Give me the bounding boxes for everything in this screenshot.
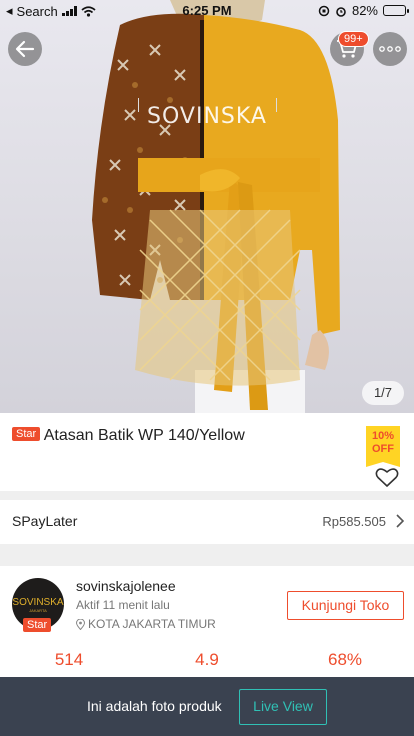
- battery-percent: 82%: [351, 3, 378, 18]
- product-title-section: Star Atasan Batik WP 140/Yellow: [0, 413, 414, 491]
- shop-section: SOVINSKA JAKARTA Star sovinskajolenee Ak…: [0, 566, 414, 678]
- live-view-message: Ini adalah foto produk: [87, 698, 222, 714]
- discount-label: OFF: [372, 443, 394, 455]
- shop-stat-products[interactable]: 514: [0, 650, 138, 670]
- shop-location: KOTA JAKARTA TIMUR: [76, 617, 216, 631]
- status-bar: ◂ Search 6:25 PM 82%: [0, 0, 414, 22]
- shop-name[interactable]: sovinskajolenee: [76, 578, 176, 594]
- shop-avatar-subtext: JAKARTA: [29, 608, 47, 613]
- live-view-button[interactable]: Live View: [239, 689, 327, 725]
- shop-avatar-text: SOVINSKA: [12, 597, 64, 608]
- shop-star-badge: Star: [23, 618, 52, 632]
- visit-shop-button[interactable]: Kunjungi Toko: [287, 591, 404, 620]
- shop-active-status: Aktif 11 menit lalu: [76, 598, 170, 612]
- shop-location-text: KOTA JAKARTA TIMUR: [88, 617, 216, 631]
- product-title-line: Star Atasan Batik WP 140/Yellow: [12, 427, 245, 445]
- alarm-icon: [336, 6, 346, 17]
- live-view-bar: Ini adalah foto produk Live View: [0, 677, 414, 736]
- shop-stat-rating[interactable]: 4.9: [138, 650, 276, 670]
- shop-stats: 514 4.9 68%: [0, 650, 414, 670]
- image-watermark: SOVINSKA: [147, 104, 267, 129]
- image-counter: 1/7: [362, 381, 404, 405]
- paylater-label: SPayLater: [12, 513, 78, 529]
- star-seller-badge: Star: [12, 427, 41, 441]
- orientation-lock-icon: [318, 5, 330, 16]
- product-image[interactable]: SOVINSKA ◂ Search 6:25 PM 82% 99+ 1/7: [0, 0, 414, 413]
- more-dots-icon: [379, 46, 401, 52]
- discount-badge: 10% OFF: [366, 426, 400, 467]
- heart-icon[interactable]: [375, 467, 399, 488]
- arrow-left-icon: [15, 40, 35, 58]
- more-options-button[interactable]: [373, 32, 407, 66]
- stat-divider: [276, 98, 277, 112]
- paylater-amount: Rp585.505: [322, 514, 386, 529]
- chevron-right-icon: [396, 514, 404, 528]
- stat-divider: [138, 98, 139, 112]
- location-pin-icon: [76, 618, 85, 630]
- shop-stat-chat-response[interactable]: 68%: [276, 650, 414, 670]
- status-right: 82%: [318, 3, 409, 18]
- battery-icon: [383, 5, 409, 16]
- paylater-row[interactable]: SPayLater Rp585.505: [0, 500, 414, 544]
- product-title: Atasan Batik WP 140/Yellow: [43, 427, 245, 444]
- discount-percent: 10%: [371, 430, 395, 442]
- back-button[interactable]: [8, 32, 42, 66]
- cart-count-badge: 99+: [338, 31, 369, 47]
